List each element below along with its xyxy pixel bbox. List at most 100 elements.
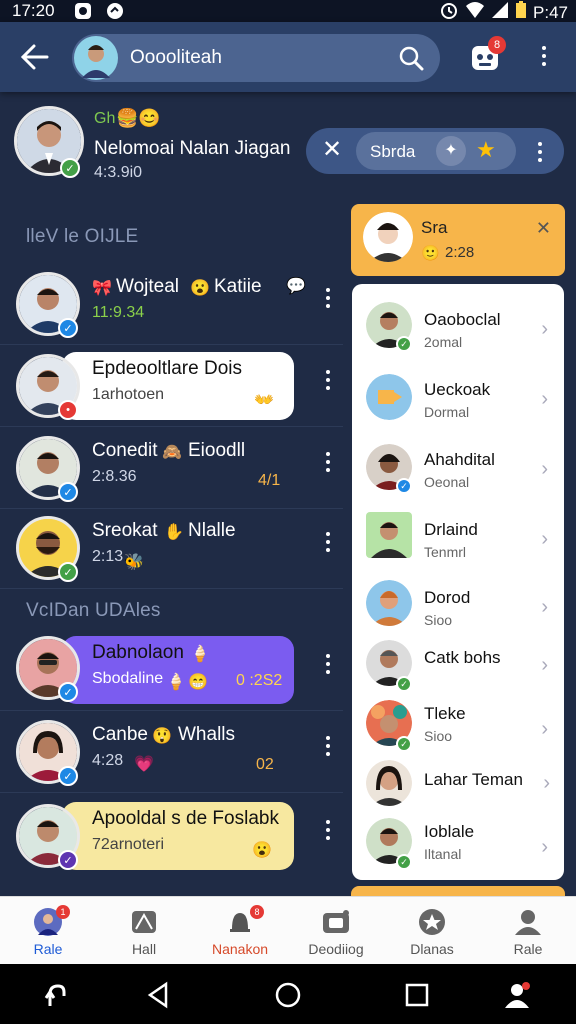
chat-row[interactable]: • Epdeooltlare Dois 1arhotoen 👐 (0, 346, 343, 427)
online-status-icon: ✓ (396, 336, 412, 352)
emoji-icon: 👐 (254, 392, 274, 409)
filter-pill[interactable]: Sbrda ✦ ★ (356, 132, 516, 170)
chat-row[interactable]: ✓ Conedit 🙈 Eioodll 2:8.36 4/1 (0, 428, 343, 509)
chat-row[interactable]: ✓ Dabnolaon 🍦 Sbodaline 🍦 😁 0 :2S2 (0, 630, 343, 711)
chat-more-icon[interactable] (324, 286, 332, 312)
more-options-icon[interactable] (540, 44, 548, 70)
chat-name: Dabnolaon (92, 642, 184, 663)
profile-emoji-line: Gh (94, 110, 116, 127)
contact-item[interactable]: ✓ Oaoboclal 2omal › (352, 296, 564, 362)
contact-name: Ioblale (424, 822, 475, 841)
contact-item[interactable]: ✓ Catk bohs › (352, 638, 564, 704)
emoji-icon: 🙂 (421, 245, 440, 262)
bot-button[interactable]: 8 (470, 36, 506, 72)
star-icon[interactable]: ★ (476, 137, 496, 163)
status-bar: 17:20 P:47 (0, 0, 576, 22)
chat-row[interactable]: ✓ 🎀 Wojteal 😮 Katiie 11:9.34 💬 (0, 264, 343, 345)
contact-item[interactable]: ✓ Tleke Sioo › (352, 696, 564, 762)
chat-name-2: Whalls (178, 724, 236, 745)
chevron-right-icon: › (541, 388, 548, 410)
nav-label: Dlanas (410, 941, 454, 957)
recents-square-icon[interactable] (402, 980, 432, 1010)
filter-more-icon[interactable] (536, 140, 544, 166)
emoji-icon: 🙈 (162, 444, 182, 461)
online-status-icon: ✓ (60, 158, 80, 178)
search-bar[interactable]: Ooooliteah (72, 34, 440, 82)
featured-avatar (363, 212, 413, 262)
chat-name: Conedit (92, 440, 158, 461)
search-icon[interactable] (398, 45, 424, 71)
contact-name: Tleke (424, 704, 466, 723)
filter-label: Sbrda (370, 142, 416, 161)
contact-name: Ueckoak (424, 380, 491, 399)
chat-row[interactable]: ✓ Canbe 😲 Whalls 4:28 💗 02 (0, 712, 343, 793)
contact-avatar (366, 580, 412, 626)
person-icon (512, 907, 544, 937)
chevron-right-icon: › (541, 836, 548, 858)
nav-label: Deodiiog (308, 941, 364, 957)
status-icon: ✓ (58, 850, 78, 870)
chat-row[interactable]: ✓ Apooldal s de Foslabk 72arnoteri 😮 (0, 796, 343, 876)
contact-sub: 2omal (424, 334, 463, 350)
close-icon[interactable]: ✕ (322, 138, 344, 162)
reaction-icon[interactable]: ✦ (436, 136, 466, 166)
bottom-navigation: 1 Rale Hall 8 Nanakon Deodiiog Dlanas Ra… (0, 896, 576, 965)
bot-badge: 8 (488, 36, 506, 54)
chat-row[interactable]: ✓ Sreokat ✋ Nlalle 2:13 🐝 (0, 508, 343, 589)
nav-label: Rale (513, 941, 543, 957)
online-status-icon: ✓ (396, 676, 412, 692)
chat-more-icon[interactable] (324, 450, 332, 476)
contact-list-panel: ✓ Oaoboclal 2omal › Ueckoak Dormal › ✓ A… (352, 284, 564, 880)
close-icon[interactable]: ✕ (536, 218, 551, 239)
contact-sub: Sioo (424, 612, 453, 628)
chevron-right-icon: › (541, 596, 548, 618)
wifi-icon (465, 1, 485, 24)
chat-tail: 4/1 (258, 472, 281, 489)
nav-item-nanakon[interactable]: 8 Nanakon (192, 897, 288, 965)
contact-name: Oaoboclal (424, 310, 501, 329)
chat-more-icon[interactable] (324, 652, 332, 678)
verified-icon: ✓ (396, 478, 412, 494)
contact-avatar (366, 512, 412, 558)
back-triangle-icon[interactable] (144, 980, 174, 1010)
contact-item[interactable]: ✓ Ioblale Iltanal › (352, 814, 564, 880)
contact-item[interactable]: Lahar Teman › (352, 756, 564, 822)
contact-item[interactable]: Ueckoak Dormal › (352, 366, 564, 432)
chat-name: Sreokat (92, 520, 158, 541)
nav-item-dlanas[interactable]: Dlanas (384, 897, 480, 965)
filter-chip[interactable]: ✕ Sbrda ✦ ★ (306, 128, 564, 174)
chevron-right-icon: › (541, 654, 548, 676)
nav-item-hall[interactable]: Hall (96, 897, 192, 965)
verified-icon: ✓ (58, 766, 78, 786)
chat-more-icon[interactable] (324, 530, 332, 556)
emoji-icon: 😮 (252, 842, 272, 859)
gesture-back-icon[interactable] (42, 980, 72, 1010)
verified-icon: ✓ (58, 482, 78, 502)
contact-avatar (366, 760, 412, 806)
home-circle-icon[interactable] (273, 980, 303, 1010)
nav-item-profile[interactable]: Rale (480, 897, 576, 965)
chat-time: 2:8.36 (92, 468, 137, 485)
contact-item[interactable]: Drlaind Tenmrl › (352, 506, 564, 572)
online-status-icon: ✓ (396, 736, 412, 752)
account-avatar[interactable] (74, 36, 118, 80)
chat-more-icon[interactable] (324, 368, 332, 394)
star-chat-icon (416, 907, 448, 937)
emoji-icon: ✋ (164, 524, 184, 541)
nav-item-rale[interactable]: 1 Rale (0, 897, 96, 965)
emoji-icon: 🐝 (124, 554, 144, 571)
chat-more-icon[interactable] (324, 734, 332, 760)
chat-more-icon[interactable] (324, 818, 332, 844)
nav-item-deodiiog[interactable]: Deodiiog (288, 897, 384, 965)
chevron-right-icon: › (541, 458, 548, 480)
contact-item[interactable]: ✓ Ahahdital Oeonal › (352, 436, 564, 502)
contact-name: Dorod (424, 588, 471, 607)
nav-label: Rale (33, 941, 63, 957)
emoji-icon: 😁 (188, 674, 208, 691)
peek-card (351, 886, 565, 896)
account-icon[interactable] (502, 980, 532, 1010)
chevron-right-icon: › (541, 528, 548, 550)
contact-item[interactable]: Dorod Sioo › (352, 574, 564, 640)
back-arrow-icon[interactable] (20, 44, 50, 70)
featured-contact-card[interactable]: Sra 🙂 2:28 ✕ (351, 204, 565, 276)
